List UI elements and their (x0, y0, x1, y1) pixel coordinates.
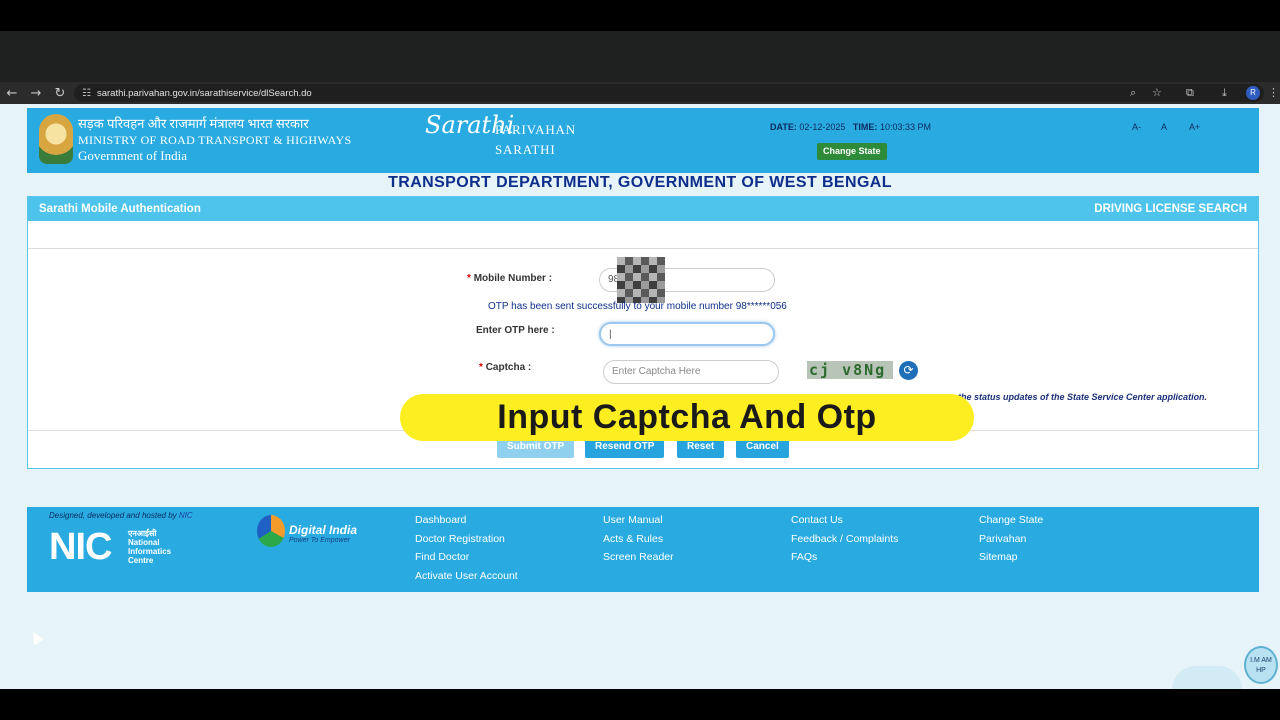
font-decrease-button[interactable]: A- (1132, 122, 1141, 132)
national-emblem-icon (39, 114, 73, 164)
government-label: Government of India (78, 148, 188, 163)
footer-link-activate-account[interactable]: Activate User Account (415, 570, 518, 582)
address-bar[interactable]: ☷ sarathi.parivahan.gov.in/sarathiservic… (74, 84, 1264, 102)
brand-line-parivahan: PARIVAHAN (495, 122, 576, 137)
bookmark-star-icon[interactable]: ☆ (1152, 84, 1162, 102)
extensions-icon[interactable]: ⧉ (1186, 84, 1194, 102)
brand-name: PARIVAHAN SARATHI (495, 120, 576, 160)
footer-link-acts-rules[interactable]: Acts & Rules (603, 533, 663, 545)
date-time: DATE: 02-12-2025 TIME: 10:03:33 PM (770, 122, 931, 132)
zoom-icon[interactable]: ⌕ (1130, 84, 1136, 102)
footer-link-screen-reader[interactable]: Screen Reader (603, 551, 674, 563)
profile-avatar[interactable]: R (1246, 86, 1260, 100)
otp-success-message: OTP has been sent successfully to your m… (488, 301, 787, 312)
redacted-mobile-blur (617, 257, 665, 303)
back-icon[interactable]: ← (0, 86, 24, 101)
ministry-english: MINISTRY OF ROAD TRANSPORT & HIGHWAYS (78, 133, 352, 147)
reload-icon[interactable]: ↻ (48, 86, 72, 101)
footer-link-user-manual[interactable]: User Manual (603, 514, 663, 526)
digital-india-tagline: Power To Empower (289, 537, 350, 544)
site-info-icon[interactable]: ☷ (82, 88, 91, 99)
video-caption-overlay: Input Captcha And Otp (400, 394, 974, 441)
download-icon[interactable]: ⤓ (1222, 84, 1227, 102)
footer-link-faqs[interactable]: FAQs (791, 551, 817, 563)
footer-link-parivahan[interactable]: Parivahan (979, 533, 1026, 545)
change-state-button[interactable]: Change State (817, 143, 887, 160)
footer-link-contact-us[interactable]: Contact Us (791, 514, 843, 526)
web-page: सड़क परिवहन और राजमार्ग मंत्रालय भारत सर… (0, 104, 1280, 689)
browser-menu-icon[interactable]: ⋮ (1268, 84, 1279, 102)
top-black-bar (0, 0, 1280, 31)
captcha-input[interactable]: Enter Captcha Here (603, 360, 779, 384)
captcha-image: cj v8Ng (807, 361, 893, 379)
time-label: TIME: (852, 122, 878, 132)
captcha-label: * Captcha : (479, 362, 532, 373)
ministry-block: सड़क परिवहन और राजमार्ग मंत्रालय भारत सर… (78, 116, 351, 164)
sarathi-logo: Sarathi (425, 111, 515, 139)
footer-link-feedback[interactable]: Feedback / Complaints (791, 533, 898, 545)
mobile-number-label: * Mobile Number : (467, 273, 553, 284)
cloud-decoration (1172, 666, 1242, 690)
panel-header: Sarathi Mobile Authentication DRIVING LI… (28, 197, 1258, 221)
date-value: 02-12-2025 (799, 122, 846, 132)
browser-tab-strip (0, 31, 1280, 82)
panel-title: Sarathi Mobile Authentication (39, 203, 201, 215)
url-text: sarathi.parivahan.gov.in/sarathiservice/… (96, 87, 312, 99)
otp-input[interactable]: | (599, 322, 775, 346)
site-header: सड़क परिवहन और राजमार्ग मंत्रालय भारत सर… (27, 108, 1259, 173)
footer-link-sitemap[interactable]: Sitemap (979, 551, 1018, 563)
designed-by-text: Designed, developed and hosted by NIC (49, 511, 193, 520)
chatbot-icon[interactable]: I.M AM HP (1244, 646, 1278, 684)
font-normal-button[interactable]: A (1161, 122, 1167, 132)
nic-logo-text: एनआईसी National Informatics Centre (128, 529, 172, 565)
footer-link-find-doctor[interactable]: Find Doctor (415, 551, 469, 563)
footer-link-change-state[interactable]: Change State (979, 514, 1043, 526)
department-title: TRANSPORT DEPARTMENT, GOVERNMENT OF WEST… (388, 174, 892, 191)
status-note: the status updates of the State Service … (958, 392, 1208, 402)
captcha-refresh-icon[interactable]: ⟳ (899, 361, 918, 380)
brand-line-sarathi: SARATHI (495, 142, 556, 157)
ministry-hindi: सड़क परिवहन और राजमार्ग मंत्रालय भारत सर… (78, 116, 309, 131)
date-label: DATE: (770, 122, 797, 132)
nic-logo: NIC (49, 526, 112, 568)
digital-india-icon (257, 515, 285, 547)
footer-link-dashboard[interactable]: Dashboard (415, 514, 466, 526)
forward-icon[interactable]: → (24, 86, 48, 101)
otp-label: Enter OTP here : (476, 325, 555, 336)
divider (28, 248, 1258, 249)
bottom-black-bar (0, 689, 1280, 720)
font-increase-button[interactable]: A+ (1189, 122, 1200, 132)
panel-right-title: DRIVING LICENSE SEARCH (1094, 203, 1247, 215)
site-footer: Designed, developed and hosted by NIC NI… (27, 507, 1259, 592)
digital-india-logo: Digital India (289, 523, 358, 537)
footer-link-doctor-registration[interactable]: Doctor Registration (415, 533, 505, 545)
time-value: 10:03:33 PM (879, 122, 931, 132)
